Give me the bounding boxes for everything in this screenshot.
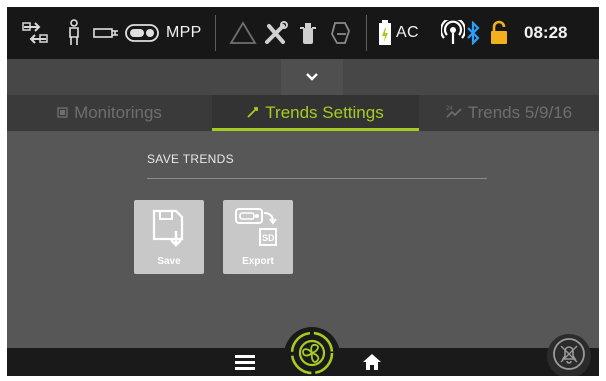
tab-trends-history[interactable]: 24 Trends 5/9/16 (419, 95, 599, 131)
trend-settings-icon (247, 103, 259, 123)
status-bar: MPP AC 08:28 (7, 7, 599, 59)
save-button[interactable]: Save (134, 200, 204, 274)
tab-label: Trends Settings (265, 103, 384, 122)
svg-text:24: 24 (446, 106, 453, 112)
tab-trends-settings[interactable]: Trends Settings (212, 95, 419, 131)
device-screen: MPP AC 08:28 Monitorings Trends Settings… (7, 7, 599, 376)
menu-icon[interactable] (235, 354, 255, 370)
sd-card-label: SD (262, 233, 275, 243)
floppy-save-icon (152, 208, 186, 248)
fire-extinguisher-icon (299, 7, 317, 59)
patient-icon (67, 7, 81, 59)
lock-icon[interactable] (489, 7, 509, 59)
tab-label: Monitorings (74, 103, 162, 122)
ventilation-fan-icon (289, 330, 335, 377)
section-divider (147, 178, 487, 179)
chevron-down-icon (306, 68, 318, 86)
trends-24h-icon: 24 (446, 103, 462, 123)
power-source-label: AC (396, 24, 419, 41)
sub-bar (7, 59, 599, 95)
circuit-icon (93, 7, 119, 59)
tab-bar: Monitorings Trends Settings 24 Trends 5/… (7, 95, 599, 131)
wifi-icon (441, 7, 465, 59)
monitor-icon (57, 103, 68, 123)
status-separator (215, 15, 216, 51)
alarm-triangle-icon[interactable] (229, 7, 257, 59)
expand-panel-button[interactable] (281, 59, 343, 95)
bluetooth-icon (466, 7, 480, 59)
tab-monitorings[interactable]: Monitorings (7, 95, 212, 131)
sd-export-icon: SD (234, 208, 282, 248)
export-button[interactable]: SD Export (223, 200, 293, 274)
tab-label: Trends 5/9/16 (467, 103, 573, 122)
toggle-icon (125, 7, 159, 59)
ventilation-fan-button[interactable] (284, 327, 340, 376)
home-icon[interactable] (362, 353, 382, 371)
status-separator (366, 15, 367, 51)
alarm-silence-button[interactable] (547, 334, 591, 376)
export-label: Export (242, 256, 274, 267)
mask-icon (329, 7, 353, 59)
save-label: Save (157, 256, 181, 267)
patient-connections-icon (21, 7, 49, 59)
battery-icon (378, 7, 392, 59)
section-title: SAVE TRENDS (147, 152, 234, 166)
ventilation-mode-label: MPP (166, 24, 202, 41)
alarm-silence-icon (552, 337, 586, 376)
tools-icon[interactable] (263, 7, 289, 59)
clock: 08:28 (524, 23, 568, 42)
